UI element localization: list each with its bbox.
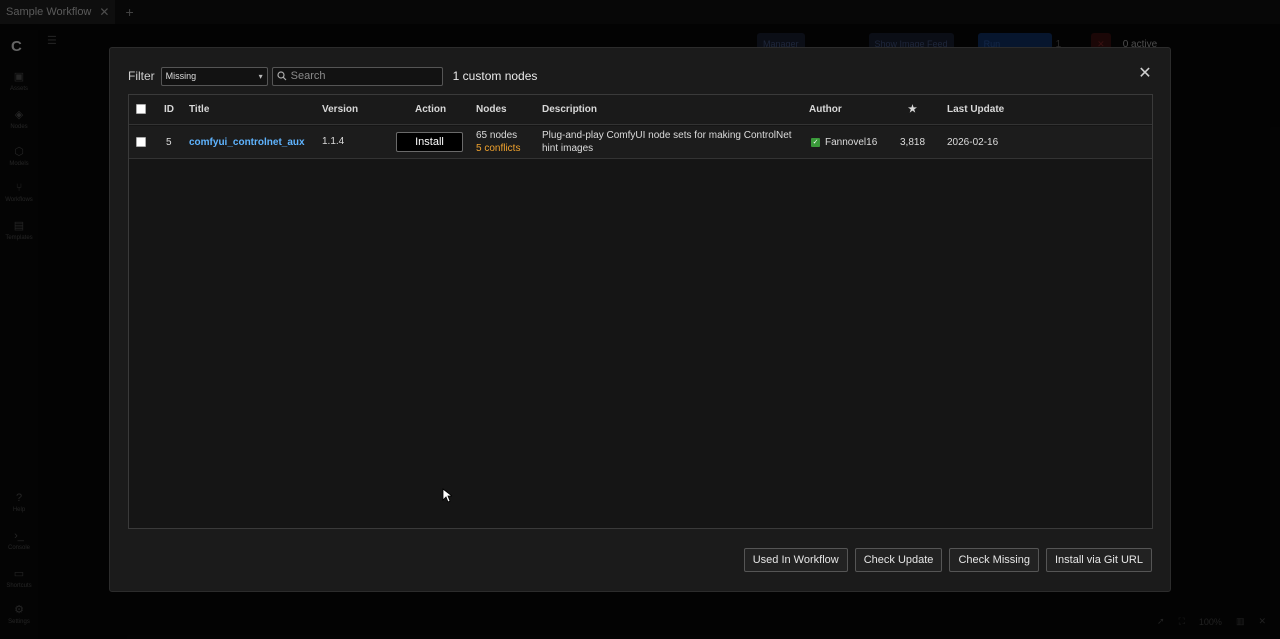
row-id: 5 — [166, 137, 172, 148]
select-all-checkbox[interactable] — [136, 104, 146, 114]
custom-nodes-table: ID Title Version Action Nodes Descriptio… — [128, 94, 1153, 529]
close-icon[interactable]: ✕ — [1138, 66, 1152, 82]
table-row[interactable]: 5 comfyui_controlnet_aux 1.1.4 Install 6… — [129, 126, 1152, 159]
search-box[interactable] — [271, 66, 443, 86]
check-missing-button[interactable]: Check Missing — [949, 548, 1039, 572]
column-action[interactable]: Action — [415, 95, 446, 125]
result-count: 1 custom nodes — [452, 69, 538, 83]
column-author[interactable]: Author — [809, 95, 842, 125]
install-button[interactable]: Install — [396, 132, 463, 152]
used-in-workflow-button[interactable]: Used In Workflow — [743, 548, 848, 572]
row-description-line1: Plug-and-play ComfyUI node sets for maki… — [542, 130, 792, 141]
row-last-update: 2026-02-16 — [947, 137, 999, 148]
column-last-update[interactable]: Last Update — [947, 95, 1004, 125]
column-stars[interactable]: ★ — [908, 95, 917, 125]
install-git-url-button[interactable]: Install via Git URL — [1045, 548, 1152, 572]
mouse-cursor-icon — [442, 488, 452, 503]
column-description[interactable]: Description — [542, 95, 597, 125]
filter-row: Filter Missing ▾ 1 custom nodes — [128, 66, 537, 86]
row-checkbox[interactable] — [136, 137, 146, 147]
row-description-line2: hint images — [542, 143, 594, 154]
row-stars: 3,818 — [900, 137, 926, 148]
column-version[interactable]: Version — [322, 95, 358, 125]
row-title-link[interactable]: comfyui_controlnet_aux — [189, 137, 305, 148]
filter-select[interactable]: Missing ▾ — [160, 66, 268, 86]
row-conflicts-link[interactable]: 5 conflicts — [476, 143, 520, 154]
author-name: Fannovel16 — [825, 137, 878, 148]
column-title[interactable]: Title — [189, 95, 209, 125]
chevron-down-icon: ▾ — [258, 71, 263, 81]
row-nodes-count: 65 nodes — [476, 130, 518, 141]
dialog-footer: Used In Workflow Check Update Check Miss… — [743, 548, 1152, 572]
check-update-button[interactable]: Check Update — [854, 548, 943, 572]
row-author[interactable]: ✓ Fannovel16 — [811, 137, 877, 148]
column-nodes[interactable]: Nodes — [476, 95, 507, 125]
verified-check-icon: ✓ — [811, 137, 820, 147]
search-icon — [277, 71, 287, 81]
column-id[interactable]: ID — [164, 95, 174, 125]
filter-value: Missing — [165, 71, 197, 81]
table-header: ID Title Version Action Nodes Descriptio… — [129, 95, 1152, 125]
app-root: Sample Workflow ✕ + C ▣ Assets ◈ Nodes ⬡… — [0, 0, 1280, 639]
search-input[interactable] — [290, 70, 431, 82]
row-version: 1.1.4 — [322, 136, 345, 147]
custom-nodes-manager-dialog: Filter Missing ▾ 1 custom nodes ✕ ID Tit… — [109, 47, 1171, 592]
filter-label: Filter — [128, 69, 155, 83]
